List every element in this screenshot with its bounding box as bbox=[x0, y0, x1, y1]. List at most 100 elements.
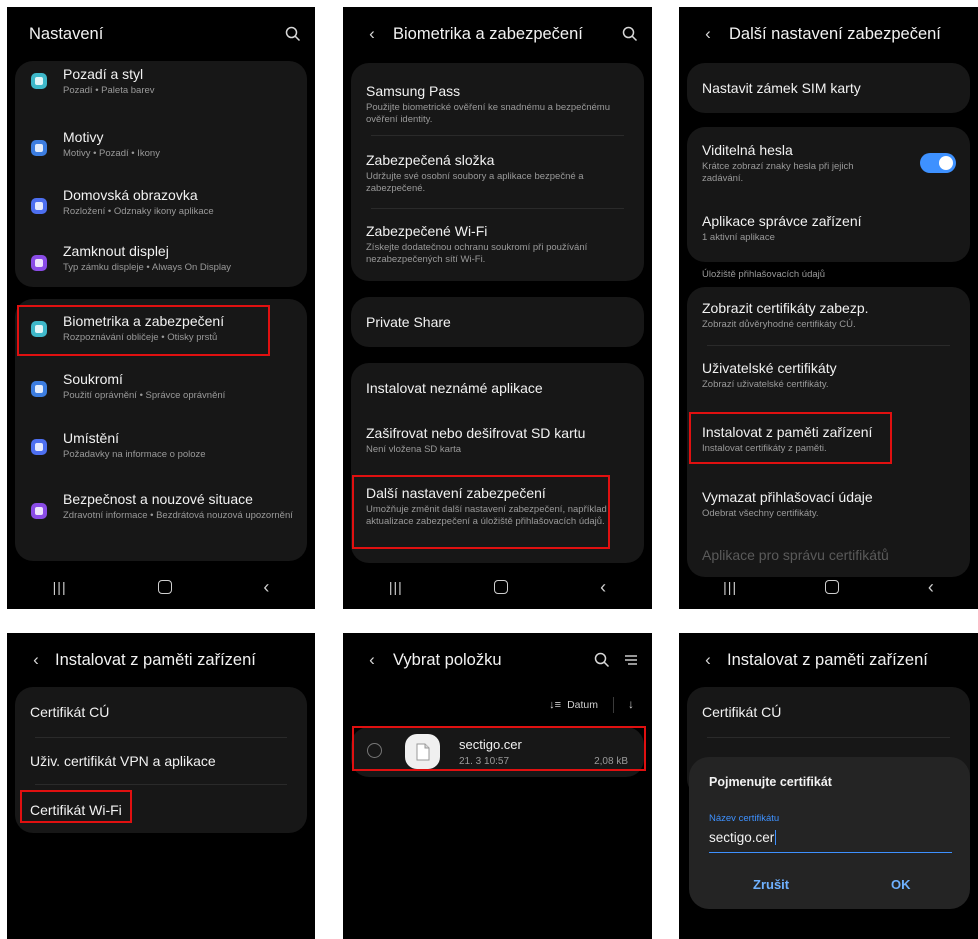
list-menu-icon[interactable] bbox=[624, 653, 638, 667]
search-icon[interactable] bbox=[285, 26, 301, 42]
item-title: Zobrazit certifikáty zabezp. bbox=[702, 300, 869, 316]
back-icon[interactable]: ‹ bbox=[928, 577, 934, 598]
item-title: Pozadí a styl bbox=[63, 66, 144, 82]
item-title: Zabezpečená složka bbox=[366, 152, 495, 168]
item-title: Zabezpečené Wi-Fi bbox=[366, 223, 488, 239]
header: ‹ Instalovat z paměti zařízení bbox=[679, 633, 978, 687]
secure-wifi-item[interactable]: Zabezpečené Wi-Fi Získejte dodatečnou oc… bbox=[351, 209, 644, 281]
highlight-box bbox=[20, 790, 132, 823]
privacy-icon bbox=[31, 381, 47, 397]
item-title: Uživ. certifikát VPN a aplikace bbox=[30, 753, 216, 769]
back-icon[interactable]: ‹ bbox=[600, 577, 606, 598]
install-unknown-apps-item[interactable]: Instalovat neznámé aplikace bbox=[351, 363, 644, 411]
highlight-box bbox=[689, 412, 892, 464]
visible-passwords-item[interactable]: Viditelná hesla Krátce zobrazí znaky hes… bbox=[687, 127, 970, 199]
item-title: Aplikace pro správu certifikátů bbox=[702, 547, 889, 563]
vpn-app-certificate-item[interactable]: Uživ. certifikát VPN a aplikace bbox=[15, 738, 307, 784]
navigation-bar: ||| ‹ bbox=[679, 565, 978, 609]
page-title: Další nastavení zabezpečení bbox=[729, 24, 941, 43]
back-arrow-icon[interactable]: ‹ bbox=[357, 650, 387, 670]
install-from-storage-screen: ‹ Instalovat z paměti zařízení Certifiká… bbox=[7, 633, 315, 939]
item-title: Domovská obrazovka bbox=[63, 187, 198, 203]
back-arrow-icon[interactable]: ‹ bbox=[357, 24, 387, 44]
clear-credentials-item[interactable]: Vymazat přihlašovací údaje Odebrat všech… bbox=[687, 475, 970, 537]
recent-apps-icon[interactable]: ||| bbox=[389, 579, 403, 595]
back-arrow-icon[interactable]: ‹ bbox=[693, 650, 723, 670]
ca-certificate-item[interactable]: Certifikát CÚ bbox=[687, 687, 970, 737]
item-title: Motivy bbox=[63, 129, 104, 145]
back-icon[interactable]: ‹ bbox=[263, 577, 269, 598]
dialog-title: Pojmenujte certifikát bbox=[709, 775, 832, 789]
recent-apps-icon[interactable]: ||| bbox=[723, 579, 737, 595]
file-picker-screen: ‹ Vybrat položku ↓≡ Datum ↓ sectigo.cer … bbox=[343, 633, 652, 939]
input-value: sectigo.cer bbox=[709, 830, 777, 845]
page-title: Vybrat položku bbox=[393, 650, 502, 669]
secure-folder-item[interactable]: Zabezpečená složka Udržujte své osobní s… bbox=[351, 136, 644, 208]
item-subtitle: Požadavky na informace o poloze bbox=[63, 449, 206, 460]
search-icon[interactable] bbox=[594, 652, 610, 668]
item-subtitle: Použijte biometrické ověření ke snadnému… bbox=[366, 102, 610, 126]
home-button-icon[interactable] bbox=[825, 580, 840, 594]
sim-lock-card[interactable]: Nastavit zámek SIM karty bbox=[687, 63, 970, 113]
ca-certificate-item[interactable]: Certifikát CÚ bbox=[15, 687, 307, 737]
search-icon[interactable] bbox=[622, 26, 638, 42]
item-subtitle: Není vložena SD karta bbox=[366, 444, 462, 455]
certificate-name-input[interactable]: sectigo.cer bbox=[709, 829, 952, 853]
settings-item-lock-screen[interactable]: Zamknout displej Typ zámku displeje • Al… bbox=[15, 236, 307, 287]
sort-icon: ↓≡ bbox=[549, 699, 562, 711]
back-arrow-icon[interactable]: ‹ bbox=[21, 650, 51, 670]
sort-direction-icon[interactable]: ↓ bbox=[628, 697, 634, 711]
item-title: Instalovat neznámé aplikace bbox=[366, 380, 543, 396]
item-title: Soukromí bbox=[63, 371, 123, 387]
brush-icon bbox=[31, 140, 47, 156]
item-subtitle: Získejte dodatečnou ochranu soukromí při… bbox=[366, 242, 588, 266]
item-title: Bezpečnost a nouzové situace bbox=[63, 491, 253, 507]
visible-passwords-toggle[interactable] bbox=[920, 153, 956, 173]
page-title: Instalovat z paměti zařízení bbox=[55, 650, 256, 669]
encrypt-sd-card-item[interactable]: Zašifrovat nebo dešifrovat SD kartu Není… bbox=[351, 411, 644, 473]
home-button-icon[interactable] bbox=[157, 580, 172, 594]
header: ‹ Vybrat položku bbox=[343, 633, 652, 687]
view-security-certs-item[interactable]: Zobrazit certifikáty zabezp. Zobrazit dů… bbox=[687, 287, 970, 345]
back-arrow-icon[interactable]: ‹ bbox=[693, 24, 723, 44]
other-security-screen: ‹ Další nastavení zabezpečení Nastavit z… bbox=[679, 7, 978, 609]
cancel-button[interactable]: Zrušit bbox=[753, 877, 789, 892]
item-subtitle: Udržujte své osobní soubory a aplikace b… bbox=[366, 171, 584, 195]
settings-item-privacy[interactable]: Soukromí Použití oprávnění • Správce opr… bbox=[15, 359, 307, 417]
field-label: Název certifikátu bbox=[709, 813, 780, 824]
device-admin-apps-item[interactable]: Aplikace správce zařízení 1 aktivní apli… bbox=[687, 199, 970, 262]
item-title: Aplikace správce zařízení bbox=[702, 213, 862, 229]
samsung-pass-item[interactable]: Samsung Pass Použijte biometrické ověřen… bbox=[351, 63, 644, 135]
home-icon bbox=[31, 198, 47, 214]
item-subtitle: Motivy • Pozadí • Ikony bbox=[63, 148, 160, 159]
highlight-box bbox=[17, 305, 270, 356]
settings-item-home-screen[interactable]: Domovská obrazovka Rozložení • Odznaky i… bbox=[15, 178, 307, 236]
biometrics-screen: ‹ Biometrika a zabezpečení Samsung Pass … bbox=[343, 7, 652, 609]
item-title: Certifikát CÚ bbox=[30, 704, 110, 720]
highlight-box bbox=[352, 475, 610, 549]
settings-item-wallpaper[interactable]: Pozadí a styl Pozadí • Paleta barev bbox=[15, 61, 307, 120]
highlight-box bbox=[352, 726, 646, 771]
palette-icon bbox=[31, 73, 47, 89]
passwords-admin-group: Viditelná hesla Krátce zobrazí znaky hes… bbox=[687, 127, 970, 262]
recent-apps-icon[interactable]: ||| bbox=[53, 579, 67, 595]
toggle-knob bbox=[939, 156, 953, 170]
settings-item-themes[interactable]: Motivy Motivy • Pozadí • Ikony bbox=[15, 120, 307, 178]
settings-item-location[interactable]: Umístění Požadavky na informace o poloze bbox=[15, 417, 307, 477]
name-certificate-screen: ‹ Instalovat z paměti zařízení Certifiká… bbox=[679, 633, 978, 939]
settings-screen: Nastavení Pozadí a styl Pozadí • Paleta … bbox=[7, 7, 315, 609]
security-group-1: Samsung Pass Použijte biometrické ověřen… bbox=[351, 63, 644, 281]
item-subtitle: Zobrazí uživatelské certifikáty. bbox=[702, 379, 829, 390]
sort-control[interactable]: ↓≡ Datum bbox=[549, 699, 598, 711]
item-subtitle: Rozložení • Odznaky ikony aplikace bbox=[63, 206, 214, 217]
private-share-card[interactable]: Private Share bbox=[351, 297, 644, 347]
page-title: Nastavení bbox=[29, 24, 104, 43]
home-button-icon[interactable] bbox=[494, 580, 509, 594]
settings-group-1: Pozadí a styl Pozadí • Paleta barev Moti… bbox=[15, 61, 307, 287]
settings-item-safety[interactable]: Bezpečnost a nouzové situace Zdravotní i… bbox=[15, 477, 307, 561]
item-subtitle: Typ zámku displeje • Always On Display bbox=[63, 262, 232, 273]
item-subtitle: Krátce zobrazí znaky hesla při jejich za… bbox=[702, 161, 854, 185]
user-certs-item[interactable]: Uživatelské certifikáty Zobrazí uživatel… bbox=[687, 346, 970, 409]
page-title: Biometrika a zabezpečení bbox=[393, 24, 583, 43]
ok-button[interactable]: OK bbox=[891, 877, 911, 892]
